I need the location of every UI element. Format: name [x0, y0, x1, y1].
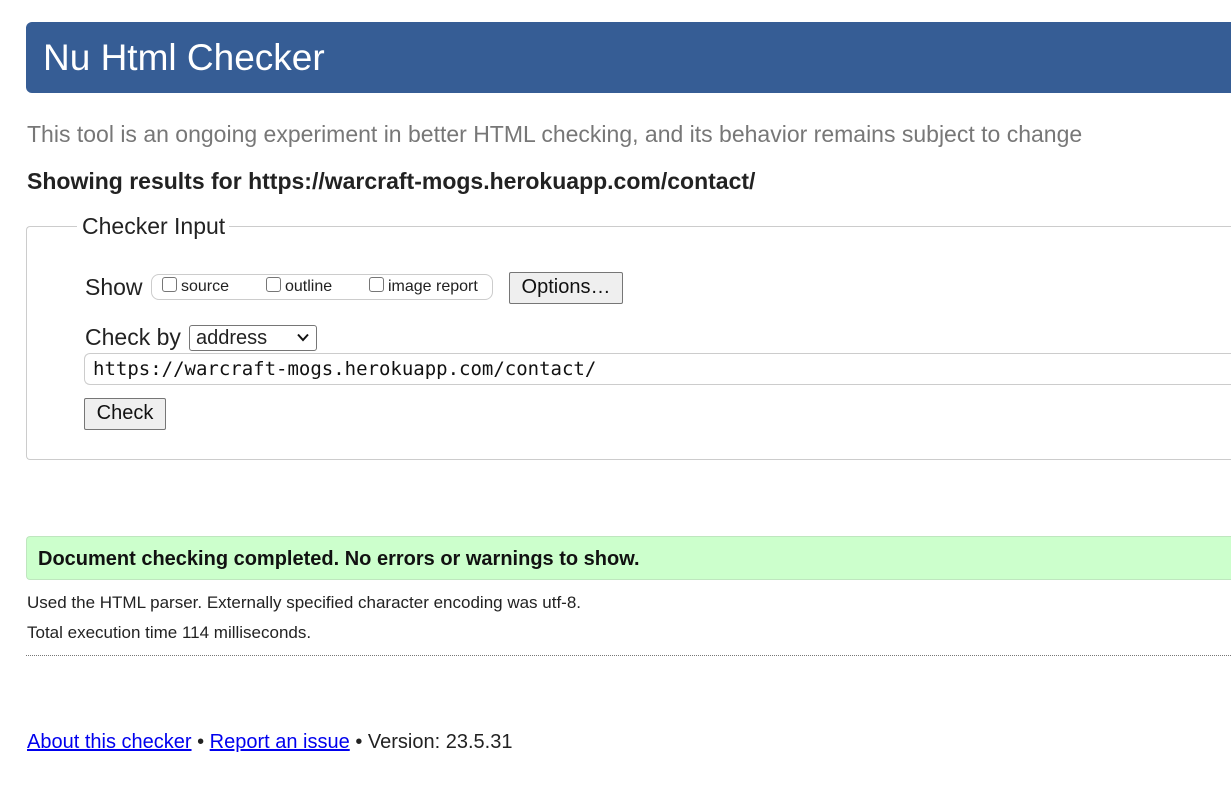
divider	[26, 655, 1231, 656]
footer-separator: •	[197, 731, 205, 753]
show-label: Show	[85, 274, 143, 300]
footer: About this checker • Report an issue • V…	[27, 730, 512, 754]
image-report-checkbox-label: image report	[388, 278, 478, 295]
success-message-box: Document checking completed. No errors o…	[26, 536, 1231, 580]
tagline: This tool is an ongoing experiment in be…	[27, 121, 1083, 147]
show-outline-option[interactable]: outline	[266, 277, 332, 297]
outline-checkbox-label: outline	[285, 278, 333, 295]
show-source-option[interactable]: source	[162, 277, 229, 297]
about-checker-link[interactable]: About this checker	[27, 731, 192, 753]
version-text: Version: 23.5.31	[367, 731, 513, 753]
report-issue-link[interactable]: Report an issue	[210, 731, 350, 753]
results-heading: Showing results for https://warcraft-mog…	[27, 168, 756, 194]
checker-input-legend: Checker Input	[77, 213, 230, 239]
parser-info: Used the HTML parser. Externally specifi…	[27, 593, 582, 612]
source-checkbox-label: source	[181, 278, 230, 295]
check-by-select[interactable]: address	[189, 325, 317, 351]
checker-input-fieldset: Checker Input Show source outline image …	[26, 213, 1231, 460]
execution-time: Total execution time 114 milliseconds.	[27, 623, 312, 642]
check-button[interactable]: Check	[84, 398, 166, 430]
outline-checkbox[interactable]	[266, 277, 281, 292]
options-button[interactable]: Options…	[509, 272, 623, 304]
show-options-group: source outline image report	[151, 274, 493, 300]
page-title: Nu Html Checker	[43, 37, 325, 78]
success-message: Document checking completed. No errors o…	[38, 548, 640, 570]
url-input[interactable]: https://warcraft-mogs.herokuapp.com/cont…	[84, 353, 1231, 385]
check-by-label: Check by	[85, 324, 181, 350]
check-by-selected-value: address	[196, 327, 268, 349]
source-checkbox[interactable]	[162, 277, 177, 292]
image-report-checkbox[interactable]	[369, 277, 384, 292]
footer-separator: •	[355, 731, 363, 753]
page-header: Nu Html Checker	[26, 22, 1231, 93]
show-image-report-option[interactable]: image report	[369, 277, 478, 297]
chevron-down-icon	[297, 333, 309, 342]
